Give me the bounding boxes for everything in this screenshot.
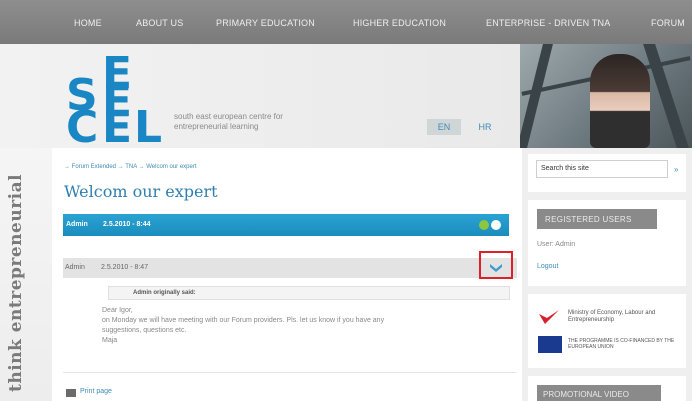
- nav-item-enterprise-driven-tna[interactable]: ENTERPRISE - DRIVEN TNA: [486, 18, 610, 28]
- eu-cofinance-text: THE PROGRAMME IS CO-FINANCED BY THE EURO…: [568, 338, 675, 350]
- post-header-bar: Admin 2.5.2010 - 8:44: [63, 214, 509, 236]
- current-user: User: Admin: [537, 241, 576, 248]
- page-title: Welcom our expert: [64, 182, 218, 201]
- ministry-logo-icon[interactable]: [539, 310, 559, 324]
- post-date: 2.5.2010 - 8:47: [101, 264, 149, 271]
- logout-link[interactable]: Logout: [537, 263, 558, 270]
- search-button[interactable]: »: [674, 165, 678, 174]
- post-author[interactable]: Admin: [66, 221, 88, 228]
- think-entrepreneurial-text: think entrepreneurial: [6, 173, 26, 392]
- logo-letter: L: [134, 102, 163, 153]
- language-en-button[interactable]: EN: [427, 119, 461, 135]
- nav-item-about-us[interactable]: ABOUT US: [136, 18, 183, 28]
- post-body-line: suggestions, questions etc.: [102, 327, 187, 334]
- post-body-line: Maja: [102, 337, 118, 344]
- ministry-text: Ministry of Economy, Labour and Entrepre…: [568, 310, 656, 323]
- eu-flag-icon[interactable]: [538, 336, 562, 353]
- quote-header: Admin originally said:: [108, 286, 510, 300]
- add-icon[interactable]: [479, 220, 489, 230]
- post-body-line: Dear Igor,: [102, 307, 133, 314]
- post-header-bar: Admin 2.5.2010 - 8:47: [63, 258, 517, 278]
- print-page-link[interactable]: Print page: [80, 388, 112, 395]
- language-hr-button[interactable]: HR: [472, 119, 498, 135]
- nav-item-primary-education[interactable]: PRIMARY EDUCATION: [216, 18, 315, 28]
- registered-users-heading: REGISTERED USERS: [537, 209, 657, 229]
- person-image: [590, 54, 650, 148]
- header-photo: [520, 44, 692, 148]
- logo-letter: E: [102, 102, 133, 153]
- partners-panel: [528, 294, 686, 368]
- search-input[interactable]: Search this site: [536, 160, 668, 178]
- nav-item-forum[interactable]: FORUM: [651, 18, 685, 28]
- post-body-line: on Monday we will have meeting with our …: [102, 317, 385, 324]
- printer-icon[interactable]: [66, 389, 76, 397]
- right-sidebar: [522, 148, 692, 401]
- top-navigation: HOME ABOUT US PRIMARY EDUCATION HIGHER E…: [0, 0, 692, 44]
- post-actions: [479, 219, 503, 231]
- breadcrumb[interactable]: → Forum Extended → TNA → Welcom our expe…: [64, 164, 197, 170]
- highlight-box: [479, 251, 513, 279]
- post-date: 2.5.2010 - 8:44: [103, 221, 151, 228]
- promotional-video-heading: PROMOTIONAL VIDEO: [537, 385, 661, 401]
- post-body: Dear Igor, on Monday we will have meetin…: [102, 306, 502, 346]
- post-author[interactable]: Admin: [65, 264, 85, 271]
- site-tagline: south east european centre for entrepren…: [174, 112, 283, 131]
- seecel-logo[interactable]: S E E C E L: [62, 50, 162, 150]
- nav-item-higher-education[interactable]: HIGHER EDUCATION: [353, 18, 446, 28]
- nav-item-home[interactable]: HOME: [74, 18, 102, 28]
- reply-icon[interactable]: [491, 220, 501, 230]
- logo-letter: C: [66, 102, 99, 153]
- divider: [63, 372, 517, 373]
